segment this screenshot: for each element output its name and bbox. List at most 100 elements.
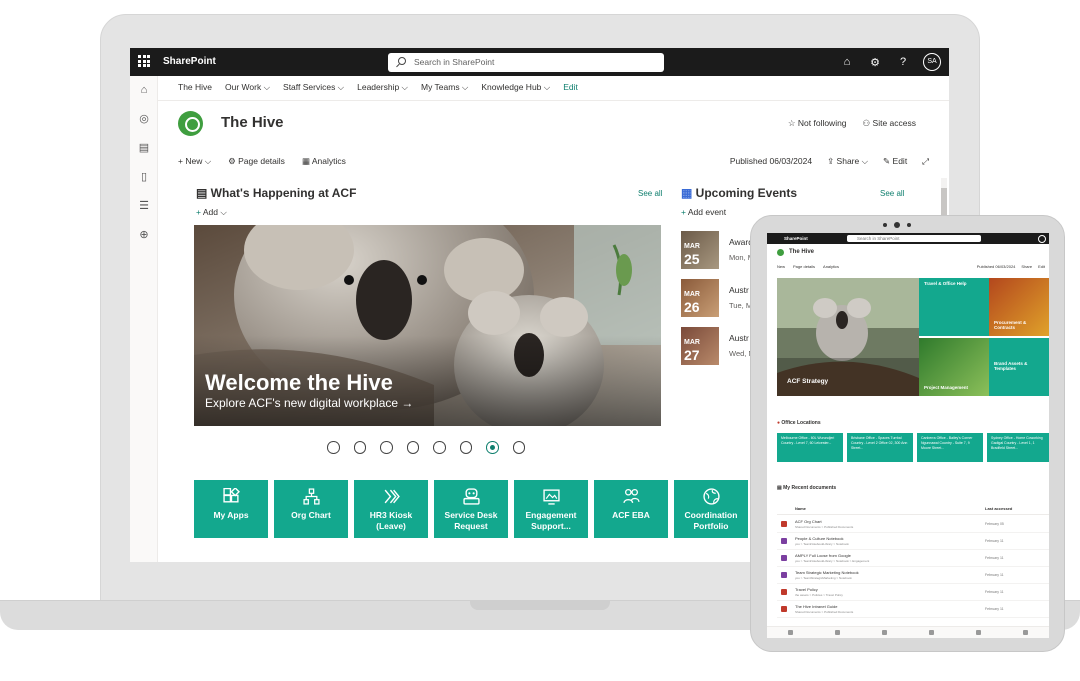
- app-name[interactable]: SharePoint: [163, 56, 216, 67]
- apps-icon[interactable]: [882, 630, 887, 635]
- search-input[interactable]: Search in SharePoint: [388, 53, 664, 72]
- tablet-avatar[interactable]: [1038, 234, 1046, 243]
- carousel-dot[interactable]: [406, 441, 419, 454]
- home-icon[interactable]: [788, 630, 793, 635]
- doc-date: February 11: [985, 573, 1004, 577]
- megaphone-icon[interactable]: ⌂: [839, 56, 855, 68]
- carousel-dot[interactable]: [433, 441, 446, 454]
- nav-edit-link[interactable]: Edit: [563, 82, 578, 93]
- event-day: 25: [684, 251, 700, 267]
- tablet-command-bar: New Page details Analytics: [777, 264, 839, 269]
- tablet-doc-row[interactable]: The Hive Intranet Guide Shared Documents …: [777, 601, 1049, 618]
- doc-name: Travel Policy: [795, 587, 818, 592]
- tablet-analytics-button[interactable]: Analytics: [823, 264, 839, 269]
- tablet-new-button[interactable]: New: [777, 264, 785, 269]
- file-icon[interactable]: [929, 630, 934, 635]
- tablet-doc-row[interactable]: Travel Policy the assets > Policies > Tra…: [777, 584, 1049, 601]
- star-icon: ☆: [787, 118, 798, 128]
- follow-button[interactable]: ☆ Not following: [788, 118, 847, 129]
- carousel-dot[interactable]: [459, 441, 472, 454]
- news-add-button[interactable]: + Add ⌵: [196, 207, 227, 218]
- tablet-tile-project[interactable]: Project Management: [919, 338, 989, 396]
- tablet-docs-col-name[interactable]: Name: [795, 506, 806, 511]
- tablet-site-title[interactable]: The Hive: [789, 249, 814, 255]
- carousel-dot[interactable]: [512, 441, 525, 454]
- quick-link-service-desk[interactable]: Service Desk Request: [434, 480, 508, 538]
- events-title: ▦ Upcoming Events: [681, 186, 797, 200]
- quick-link-acf-eba[interactable]: ACF EBA: [594, 480, 668, 538]
- tablet-tile-travel[interactable]: Travel & Office Help: [919, 278, 989, 336]
- help-icon[interactable]: ?: [895, 56, 911, 68]
- tablet-doc-row[interactable]: ACF Org Chart Shared Documents > Publishe…: [777, 516, 1049, 533]
- carousel-dot[interactable]: [380, 441, 393, 454]
- quick-link-org-chart[interactable]: Org Chart: [274, 480, 348, 538]
- events-see-all-link[interactable]: See all: [880, 189, 904, 198]
- tablet-doc-row[interactable]: People & Culture Notebook you > TeamNoteb…: [777, 533, 1049, 550]
- new-button[interactable]: + New ⌵: [178, 156, 211, 167]
- nav-item-staff-services[interactable]: Staff Services ⌵: [283, 82, 344, 93]
- carousel-dot-active[interactable]: [486, 441, 499, 454]
- hero-subtitle[interactable]: Explore ACF's new digital workplace →: [205, 396, 413, 410]
- tablet-edit-button[interactable]: Edit: [1038, 264, 1045, 269]
- tablet-docs-col-date[interactable]: Last accessed: [985, 506, 1012, 511]
- add-event-button[interactable]: + Add event: [681, 207, 726, 217]
- page-details-label: Page details: [238, 156, 285, 166]
- hero-title[interactable]: Welcome the Hive: [205, 370, 393, 396]
- events-title-text: Upcoming Events: [695, 186, 798, 200]
- tablet-app-name[interactable]: SharePoint: [784, 236, 808, 241]
- tablet-tile-procurement[interactable]: Procurement & Contracts: [989, 278, 1049, 336]
- carousel-dot[interactable]: [353, 441, 366, 454]
- nav-item-knowledge-hub[interactable]: Knowledge Hub ⌵: [481, 82, 550, 93]
- quick-link-hr3-kiosk[interactable]: HR3 Kiosk (Leave): [354, 480, 428, 538]
- kiosk-icon: [384, 489, 400, 504]
- quick-link-engagement[interactable]: Engagement Support...: [514, 480, 588, 538]
- tablet-hero-main[interactable]: ACF Strategy: [777, 278, 919, 396]
- quick-links: My Apps Org Chart HR3 Kiosk (Leave) Serv…: [194, 480, 748, 538]
- quick-link-coordination[interactable]: Coordination Portfolio: [674, 480, 748, 538]
- hero-carousel[interactable]: Welcome the Hive Explore ACF's new digit…: [194, 225, 661, 426]
- nav-item-leadership[interactable]: Leadership ⌵: [357, 82, 408, 93]
- news-icon[interactable]: [835, 630, 840, 635]
- news-icon[interactable]: ▤: [130, 134, 158, 163]
- carousel-dot[interactable]: [327, 441, 340, 454]
- tablet-page-details-button[interactable]: Page details: [793, 264, 815, 269]
- list-icon[interactable]: ☰: [130, 192, 158, 221]
- event-time: Tue, M: [729, 301, 751, 310]
- tablet-office-card[interactable]: Melbourne Office - 60L Wurundjeri Countr…: [777, 433, 843, 462]
- home-icon[interactable]: ⌂: [130, 76, 158, 105]
- tablet-doc-row[interactable]: Team Strategic Marketing Notebook you > T…: [777, 567, 1049, 584]
- page-details-button[interactable]: ⚙ Page details: [228, 156, 285, 167]
- tablet-doc-row[interactable]: AMPLY Full Loose from Google you > TeamNo…: [777, 550, 1049, 567]
- quick-link-my-apps[interactable]: My Apps: [194, 480, 268, 538]
- share-button[interactable]: ⇪ Share ⌵: [827, 156, 868, 167]
- site-title[interactable]: The Hive: [221, 114, 284, 131]
- doc-path: Shared Documents > Published Documents: [795, 610, 854, 614]
- tablet-screen: SharePoint Search in SharePoint The Hive…: [767, 233, 1049, 638]
- engagement-icon: [542, 489, 560, 505]
- tablet-office-card[interactable]: Canberra Office - Bailey's Corner Ngunna…: [917, 433, 983, 462]
- analytics-button[interactable]: ▦ Analytics: [302, 156, 346, 167]
- tablet-search-input[interactable]: Search in SharePoint: [847, 235, 981, 242]
- tablet-tile-brand[interactable]: Brand Assets & Templates: [989, 338, 1049, 396]
- news-see-all-link[interactable]: See all: [638, 189, 662, 198]
- nav-item-my-teams[interactable]: My Teams ⌵: [421, 82, 468, 93]
- tablet-share-button[interactable]: Share: [1021, 264, 1032, 269]
- nav-item-our-work[interactable]: Our Work ⌵: [225, 82, 270, 93]
- add-icon[interactable]: [1023, 630, 1028, 635]
- tablet-office-card[interactable]: Brisbane Office - Spaces Turrbal Country…: [847, 433, 913, 462]
- sites-icon[interactable]: [976, 630, 981, 635]
- site-access-button[interactable]: ⚇ Site access: [863, 118, 916, 129]
- gear-icon[interactable]: ⚙: [867, 56, 883, 69]
- globe-icon[interactable]: ◎: [130, 105, 158, 134]
- nav-item-the-hive[interactable]: The Hive: [178, 82, 212, 93]
- file-icon[interactable]: ▯: [130, 163, 158, 192]
- tablet-office-card[interactable]: Sydney Office - Home Coworking Gadigal C…: [987, 433, 1049, 462]
- site-logo-icon[interactable]: [178, 111, 203, 136]
- avatar[interactable]: SA: [923, 53, 941, 71]
- add-icon[interactable]: ⊕: [130, 221, 158, 250]
- onenote-icon: [781, 538, 787, 544]
- tablet-site-logo-icon[interactable]: [777, 249, 784, 256]
- expand-icon[interactable]: ⤢: [922, 156, 929, 167]
- edit-button[interactable]: ✎ Edit: [883, 156, 907, 167]
- app-launcher-icon[interactable]: [138, 55, 150, 67]
